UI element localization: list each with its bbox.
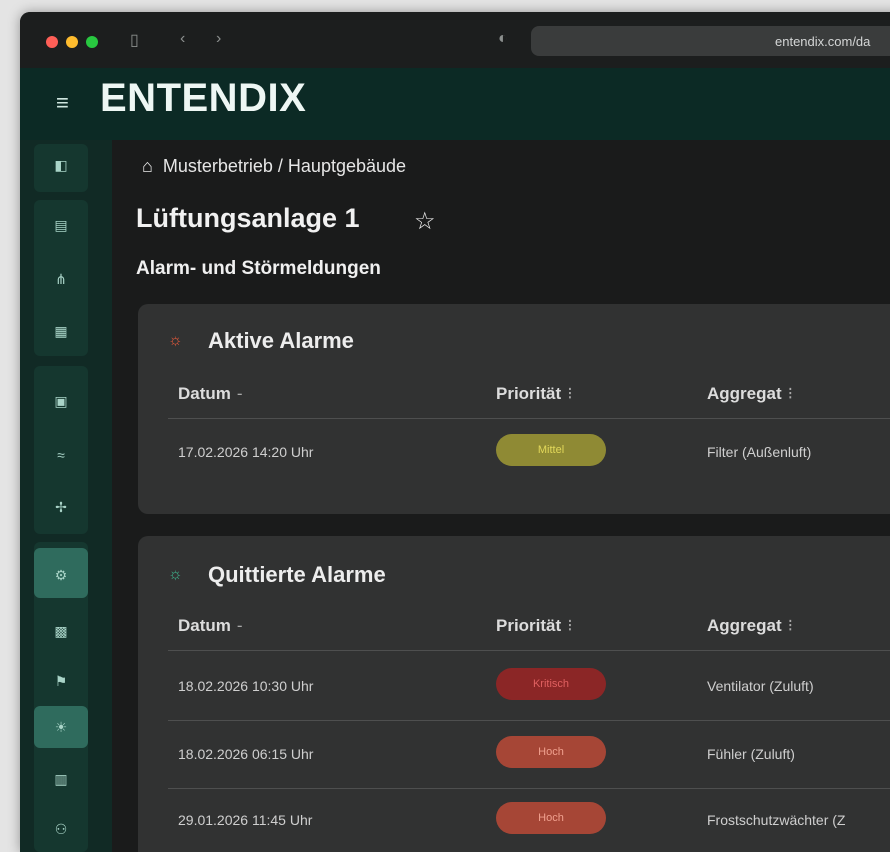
- row-date: 29.01.2026 11:45 Uhr: [178, 812, 313, 828]
- page-subtitle: Alarm- und Störmeldungen: [136, 258, 381, 279]
- airflow-icon[interactable]: ≈: [50, 444, 72, 466]
- column-header-aggregat[interactable]: Aggregat ⁝: [707, 616, 793, 636]
- priority-badge: Mittel: [496, 434, 606, 466]
- header-divider: [168, 418, 890, 419]
- browser-window: ▯ ‹ › ◐ entendix.com/da ≡ ENTENDIX ◧ ▤ ⋔…: [20, 12, 890, 852]
- priority-badge: Hoch: [496, 736, 606, 768]
- column-header-label: Aggregat: [707, 384, 782, 403]
- main-content: ⌂ Musterbetrieb / Hauptgebäude Lüftungsan…: [112, 140, 890, 852]
- sort-icon: ⁝: [567, 616, 573, 635]
- forward-arrow-icon[interactable]: ›: [216, 30, 221, 48]
- settings-icon[interactable]: ⚙: [50, 564, 72, 586]
- row-divider: [168, 788, 890, 789]
- column-header-label: Priorität: [496, 616, 562, 635]
- browser-titlebar: ▯ ‹ › ◐ entendix.com/da: [20, 12, 890, 68]
- fan-icon[interactable]: ✢: [50, 496, 72, 518]
- active-alarms-title: Aktive Alarme: [208, 328, 354, 353]
- row-date: 18.02.2026 06:15 Uhr: [178, 746, 314, 762]
- back-arrow-icon[interactable]: ‹: [180, 30, 185, 48]
- url-text: entendix.com/da: [775, 34, 871, 49]
- report-icon[interactable]: ▤: [50, 214, 72, 236]
- acknowledged-alarms-card: ☼ Quittierte Alarme Datum - Priorität ⁝ Ag…: [138, 536, 890, 852]
- sidebar: ◧ ▤ ⋔ ▦ ▣ ≈ ✢ ⚙ ▩ ⚑ ☀ ▥ ⚇: [20, 140, 112, 852]
- row-date: 18.02.2026 10:30 Uhr: [178, 678, 314, 694]
- app-header: ≡ ENTENDIX: [20, 68, 890, 140]
- column-header-prioritaet[interactable]: Priorität ⁝: [496, 384, 573, 404]
- breadcrumb-path[interactable]: Musterbetrieb / Hauptgebäude: [163, 156, 406, 176]
- entendix-logo: ENTENDIX: [100, 76, 307, 120]
- row-aggregate: Fühler (Zuluft): [707, 746, 795, 762]
- column-header-label: Datum: [178, 384, 231, 403]
- active-alarms-card: ☼ Aktive Alarme Datum - Priorität ⁝ Aggreg…: [138, 304, 890, 514]
- column-header-label: Priorität: [496, 384, 562, 403]
- network-icon[interactable]: ⋔: [50, 268, 72, 290]
- sort-icon: ⁝: [787, 616, 794, 635]
- column-header-aggregat[interactable]: Aggregat ⁝: [707, 384, 793, 404]
- list-icon[interactable]: ▦: [50, 320, 72, 342]
- users-icon[interactable]: ⚇: [50, 818, 72, 840]
- sidebar-toggle-icon[interactable]: ▯: [130, 30, 139, 50]
- shield-icon[interactable]: ◐: [498, 30, 508, 48]
- alarm-icon[interactable]: ☀: [50, 716, 72, 738]
- minimize-window-button[interactable]: [66, 36, 78, 48]
- sort-icon: ⁝: [567, 384, 573, 403]
- column-header-datum[interactable]: Datum -: [178, 384, 243, 404]
- breadcrumb[interactable]: ⌂ Musterbetrieb / Hauptgebäude: [142, 156, 406, 177]
- active-alarm-icon: ☼: [168, 332, 183, 349]
- grid-icon[interactable]: ▩: [50, 620, 72, 642]
- sort-asc-icon: -: [236, 616, 243, 635]
- flag-icon[interactable]: ⚑: [50, 670, 72, 692]
- acknowledged-alarm-icon: ☼: [168, 566, 183, 583]
- zoom-window-button[interactable]: [86, 36, 98, 48]
- calendar-icon[interactable]: ▥: [50, 768, 72, 790]
- sort-asc-icon: -: [236, 384, 243, 403]
- address-bar[interactable]: entendix.com/da: [531, 26, 890, 56]
- row-aggregate: Filter (Außenluft): [707, 444, 812, 460]
- row-aggregate: Ventilator (Zuluft): [707, 678, 814, 694]
- row-date: 17.02.2026 14:20 Uhr: [178, 444, 314, 460]
- priority-badge: Kritisch: [496, 668, 606, 700]
- sort-icon: ⁝: [787, 384, 794, 403]
- page-title: Lüftungsanlage 1: [136, 203, 360, 233]
- column-header-label: Aggregat: [707, 616, 782, 635]
- row-divider: [168, 720, 890, 721]
- priority-badge: Hoch: [496, 802, 606, 834]
- home-icon[interactable]: ⌂: [142, 156, 153, 176]
- favorite-star-icon[interactable]: ☆: [414, 207, 436, 236]
- close-window-button[interactable]: [46, 36, 58, 48]
- column-header-label: Datum: [178, 616, 231, 635]
- header-divider: [168, 650, 890, 651]
- column-header-datum[interactable]: Datum -: [178, 616, 243, 636]
- building-icon[interactable]: ▣: [50, 390, 72, 412]
- dashboard-icon[interactable]: ◧: [50, 154, 72, 176]
- column-header-prioritaet[interactable]: Priorität ⁝: [496, 616, 573, 636]
- acknowledged-alarms-title: Quittierte Alarme: [208, 562, 386, 587]
- menu-icon[interactable]: ≡: [56, 90, 69, 116]
- row-aggregate: Frostschutzwächter (Z: [707, 812, 846, 828]
